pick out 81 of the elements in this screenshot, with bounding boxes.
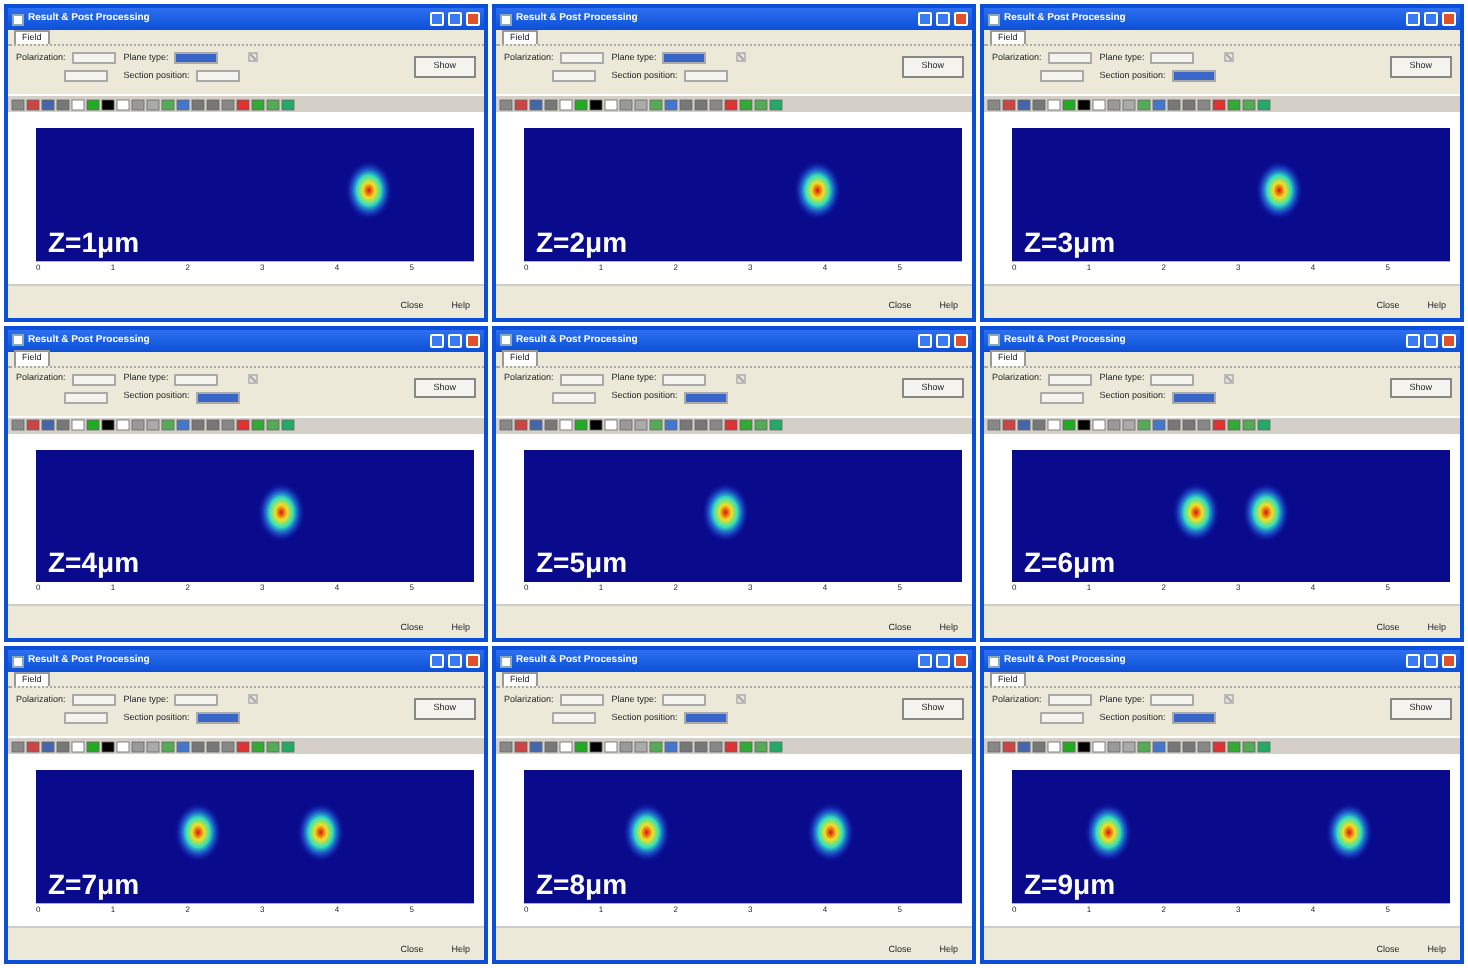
- maximize-button[interactable]: [448, 12, 462, 26]
- z-position-label: Z=8μm: [536, 870, 628, 898]
- close-button[interactable]: [1442, 654, 1456, 669]
- dropdown-field[interactable]: [1047, 373, 1092, 386]
- maximize-button[interactable]: [936, 12, 950, 26]
- maximize-button[interactable]: [1424, 654, 1438, 669]
- z-position-label: Z=7μm: [48, 870, 140, 898]
- dropdown-field[interactable]: [662, 52, 707, 64]
- dropdown-field[interactable]: [1150, 52, 1195, 64]
- close-button[interactable]: [1442, 333, 1456, 348]
- app-icon: [500, 334, 512, 347]
- close-button[interactable]: [466, 654, 480, 669]
- maximize-button[interactable]: [448, 333, 462, 348]
- dropdown-field[interactable]: [559, 52, 604, 64]
- app-icon: [500, 13, 512, 25]
- dropdown-field[interactable]: [71, 694, 116, 707]
- z-position-label: Z=4μm: [48, 548, 140, 577]
- z-position-label: Z=1μm: [48, 227, 140, 256]
- app-icon: [500, 655, 512, 668]
- dropdown-field[interactable]: [1047, 694, 1092, 707]
- close-button[interactable]: [466, 12, 480, 26]
- minimize-button[interactable]: [430, 12, 444, 26]
- dropdown-field[interactable]: [1040, 391, 1084, 404]
- dropdown-field[interactable]: [552, 391, 596, 404]
- app-icon: [988, 13, 1000, 25]
- app-icon: [988, 655, 1000, 668]
- dropdown-field[interactable]: [1040, 70, 1084, 82]
- dropdown-field[interactable]: [1150, 694, 1195, 707]
- dropdown-field[interactable]: [1047, 52, 1092, 64]
- z-position-label: Z=3μm: [1024, 227, 1116, 256]
- dropdown-field[interactable]: [195, 712, 240, 725]
- dropdown-field[interactable]: [174, 694, 219, 707]
- close-button[interactable]: [1442, 12, 1456, 26]
- dropdown-field[interactable]: [683, 70, 728, 82]
- dropdown-field[interactable]: [552, 70, 596, 82]
- dropdown-field[interactable]: [71, 52, 116, 64]
- maximize-button[interactable]: [448, 654, 462, 669]
- close-button[interactable]: [954, 12, 968, 26]
- minimize-button[interactable]: [918, 333, 932, 348]
- maximize-button[interactable]: [936, 333, 950, 348]
- app-icon: [12, 655, 24, 668]
- minimize-button[interactable]: [430, 333, 444, 348]
- dropdown-field[interactable]: [195, 70, 240, 82]
- maximize-button[interactable]: [1424, 333, 1438, 348]
- z-position-label: Z=2μm: [536, 227, 628, 256]
- dropdown-field[interactable]: [552, 712, 596, 725]
- minimize-button[interactable]: [1406, 654, 1420, 669]
- dropdown-field[interactable]: [195, 391, 240, 404]
- dropdown-field[interactable]: [1171, 70, 1216, 82]
- minimize-button[interactable]: [918, 654, 932, 669]
- dropdown-field[interactable]: [559, 694, 604, 707]
- app-icon: [988, 334, 1000, 347]
- dropdown-field[interactable]: [64, 391, 108, 404]
- minimize-button[interactable]: [430, 654, 444, 669]
- z-position-label: Z=5μm: [536, 548, 628, 577]
- dropdown-field[interactable]: [1150, 373, 1195, 386]
- close-button[interactable]: [954, 333, 968, 348]
- dropdown-field[interactable]: [1040, 712, 1084, 725]
- dropdown-field[interactable]: [174, 373, 219, 386]
- maximize-button[interactable]: [1424, 12, 1438, 26]
- app-icon: [12, 334, 24, 347]
- minimize-button[interactable]: [918, 12, 932, 26]
- close-button[interactable]: [466, 333, 480, 348]
- dropdown-field[interactable]: [64, 70, 108, 82]
- dropdown-field[interactable]: [1171, 712, 1216, 725]
- dropdown-field[interactable]: [683, 712, 728, 725]
- minimize-button[interactable]: [1406, 12, 1420, 26]
- app-icon: [12, 13, 24, 25]
- maximize-button[interactable]: [936, 654, 950, 669]
- close-button[interactable]: [954, 654, 968, 669]
- dropdown-field[interactable]: [662, 373, 707, 386]
- dropdown-field[interactable]: [559, 373, 604, 386]
- z-position-label: Z=9μm: [1024, 870, 1116, 898]
- dropdown-field[interactable]: [174, 52, 219, 64]
- z-position-label: Z=6μm: [1024, 548, 1116, 577]
- dropdown-field[interactable]: [71, 373, 116, 386]
- dropdown-field[interactable]: [1171, 391, 1216, 404]
- minimize-button[interactable]: [1406, 333, 1420, 348]
- dropdown-field[interactable]: [662, 694, 707, 707]
- dropdown-field[interactable]: [64, 712, 108, 725]
- dropdown-field[interactable]: [683, 391, 728, 404]
